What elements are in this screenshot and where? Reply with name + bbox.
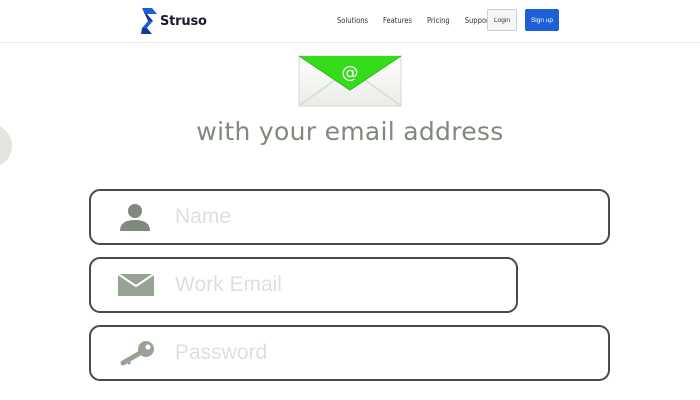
login-button[interactable]: Login bbox=[487, 9, 517, 31]
page-heading: with your email address bbox=[196, 117, 504, 146]
svg-text:@: @ bbox=[342, 63, 359, 83]
work-email-input[interactable] bbox=[175, 269, 430, 301]
key-icon bbox=[117, 339, 157, 367]
struso-logo-icon bbox=[141, 8, 157, 34]
mail-icon bbox=[117, 273, 155, 297]
nav-pricing[interactable]: Pricing bbox=[427, 16, 450, 25]
nav-solutions[interactable]: Solutions bbox=[337, 16, 368, 25]
top-nav-bar: Struso Solutions Features Pricing Suppor… bbox=[0, 0, 700, 43]
name-input[interactable] bbox=[175, 201, 486, 233]
signup-button[interactable]: Sign up bbox=[525, 9, 559, 31]
name-field[interactable] bbox=[89, 189, 610, 245]
brand-name: Struso bbox=[160, 13, 207, 29]
password-field[interactable] bbox=[89, 325, 610, 381]
user-icon bbox=[117, 202, 153, 232]
email-envelope-icon: @ bbox=[298, 54, 402, 113]
brand-logo[interactable]: Struso bbox=[140, 8, 207, 34]
main-nav: Solutions Features Pricing Support bbox=[337, 9, 506, 31]
work-email-field[interactable] bbox=[89, 257, 518, 313]
nav-features[interactable]: Features bbox=[383, 16, 412, 25]
password-input[interactable] bbox=[175, 337, 486, 369]
